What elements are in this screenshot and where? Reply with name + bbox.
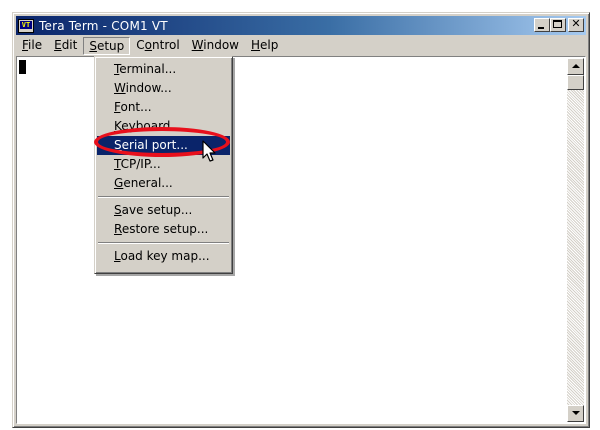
window-title: Tera Term - COM1 VT <box>39 18 168 33</box>
setup-menu-dropdown: Terminal... Window... Font... Keyboard..… <box>94 56 233 274</box>
menu-bar: File Edit Setup Control Window Help <box>16 36 586 55</box>
mouse-pointer-icon <box>202 140 216 162</box>
scroll-down-button[interactable] <box>567 405 584 422</box>
maximize-button[interactable] <box>550 18 566 32</box>
menu-control-accel: o <box>144 37 153 52</box>
maximize-icon <box>553 20 562 28</box>
menu-item-font[interactable]: Font... <box>97 98 230 117</box>
menu-item-window[interactable]: Window... <box>97 79 230 98</box>
menu-setup[interactable]: Setup <box>83 36 131 55</box>
menu-setup-accel: S <box>89 38 97 53</box>
menu-window-label: indow <box>203 37 239 52</box>
menu-file[interactable]: File <box>16 37 48 55</box>
menu-item-window-label: indow... <box>125 81 172 95</box>
scroll-up-arrow-icon <box>572 64 580 68</box>
menu-item-load-key-map[interactable]: Load key map... <box>97 247 230 266</box>
menu-file-label: ile <box>28 37 43 52</box>
close-icon: ✕ <box>571 17 581 30</box>
menu-item-terminal-label: erminal... <box>119 62 177 76</box>
title-bar[interactable]: VT Tera Term - COM1 VT ✕ <box>16 16 586 35</box>
minimize-button[interactable] <box>534 18 550 32</box>
menu-control[interactable]: Control <box>130 37 185 55</box>
menu-help[interactable]: Help <box>245 37 284 55</box>
close-button[interactable]: ✕ <box>568 17 584 32</box>
menu-item-tcpip-label: CP/IP... <box>120 157 161 171</box>
vertical-scrollbar[interactable] <box>567 58 584 422</box>
menu-help-label: elp <box>260 37 279 52</box>
scroll-up-button[interactable] <box>567 58 584 75</box>
menu-item-terminal[interactable]: Terminal... <box>97 60 230 79</box>
menu-window-accel: W <box>191 37 204 52</box>
menu-item-restore-setup-accel: R <box>114 222 122 236</box>
menu-item-general[interactable]: General... <box>97 174 230 193</box>
menu-item-font-label: ont... <box>120 100 152 114</box>
menu-item-save-setup-label: ave setup... <box>121 203 193 217</box>
menu-edit[interactable]: Edit <box>48 37 83 55</box>
menu-separator <box>97 239 230 247</box>
menu-item-save-setup-accel: S <box>114 203 122 217</box>
title-buttons: ✕ <box>534 17 584 32</box>
menu-window[interactable]: Window <box>186 37 245 55</box>
menu-control-label: ntrol <box>152 37 180 52</box>
menu-edit-label: dit <box>61 37 78 52</box>
menu-separator <box>97 193 230 201</box>
scroll-down-arrow-icon <box>572 411 580 415</box>
scroll-thumb[interactable] <box>567 75 584 90</box>
menu-item-general-label: eneral... <box>123 176 173 190</box>
menu-item-save-setup[interactable]: Save setup... <box>97 201 230 220</box>
minimize-icon <box>538 27 544 29</box>
menu-item-general-accel: G <box>114 176 124 190</box>
menu-item-tcpip-accel: T <box>114 157 121 171</box>
app-icon[interactable]: VT <box>18 18 34 33</box>
app-icon-label: VT <box>20 20 32 29</box>
menu-item-restore-setup[interactable]: Restore setup... <box>97 220 230 239</box>
menu-item-load-key-map-label: oad key map... <box>120 249 210 263</box>
menu-help-accel: H <box>251 37 261 52</box>
menu-edit-accel: E <box>54 37 62 52</box>
menu-item-restore-setup-label: estore setup... <box>121 222 209 236</box>
text-cursor <box>19 60 26 74</box>
menu-setup-label: etup <box>96 38 125 53</box>
menu-control-prefix: C <box>136 37 145 52</box>
menu-item-window-accel: W <box>114 81 126 95</box>
